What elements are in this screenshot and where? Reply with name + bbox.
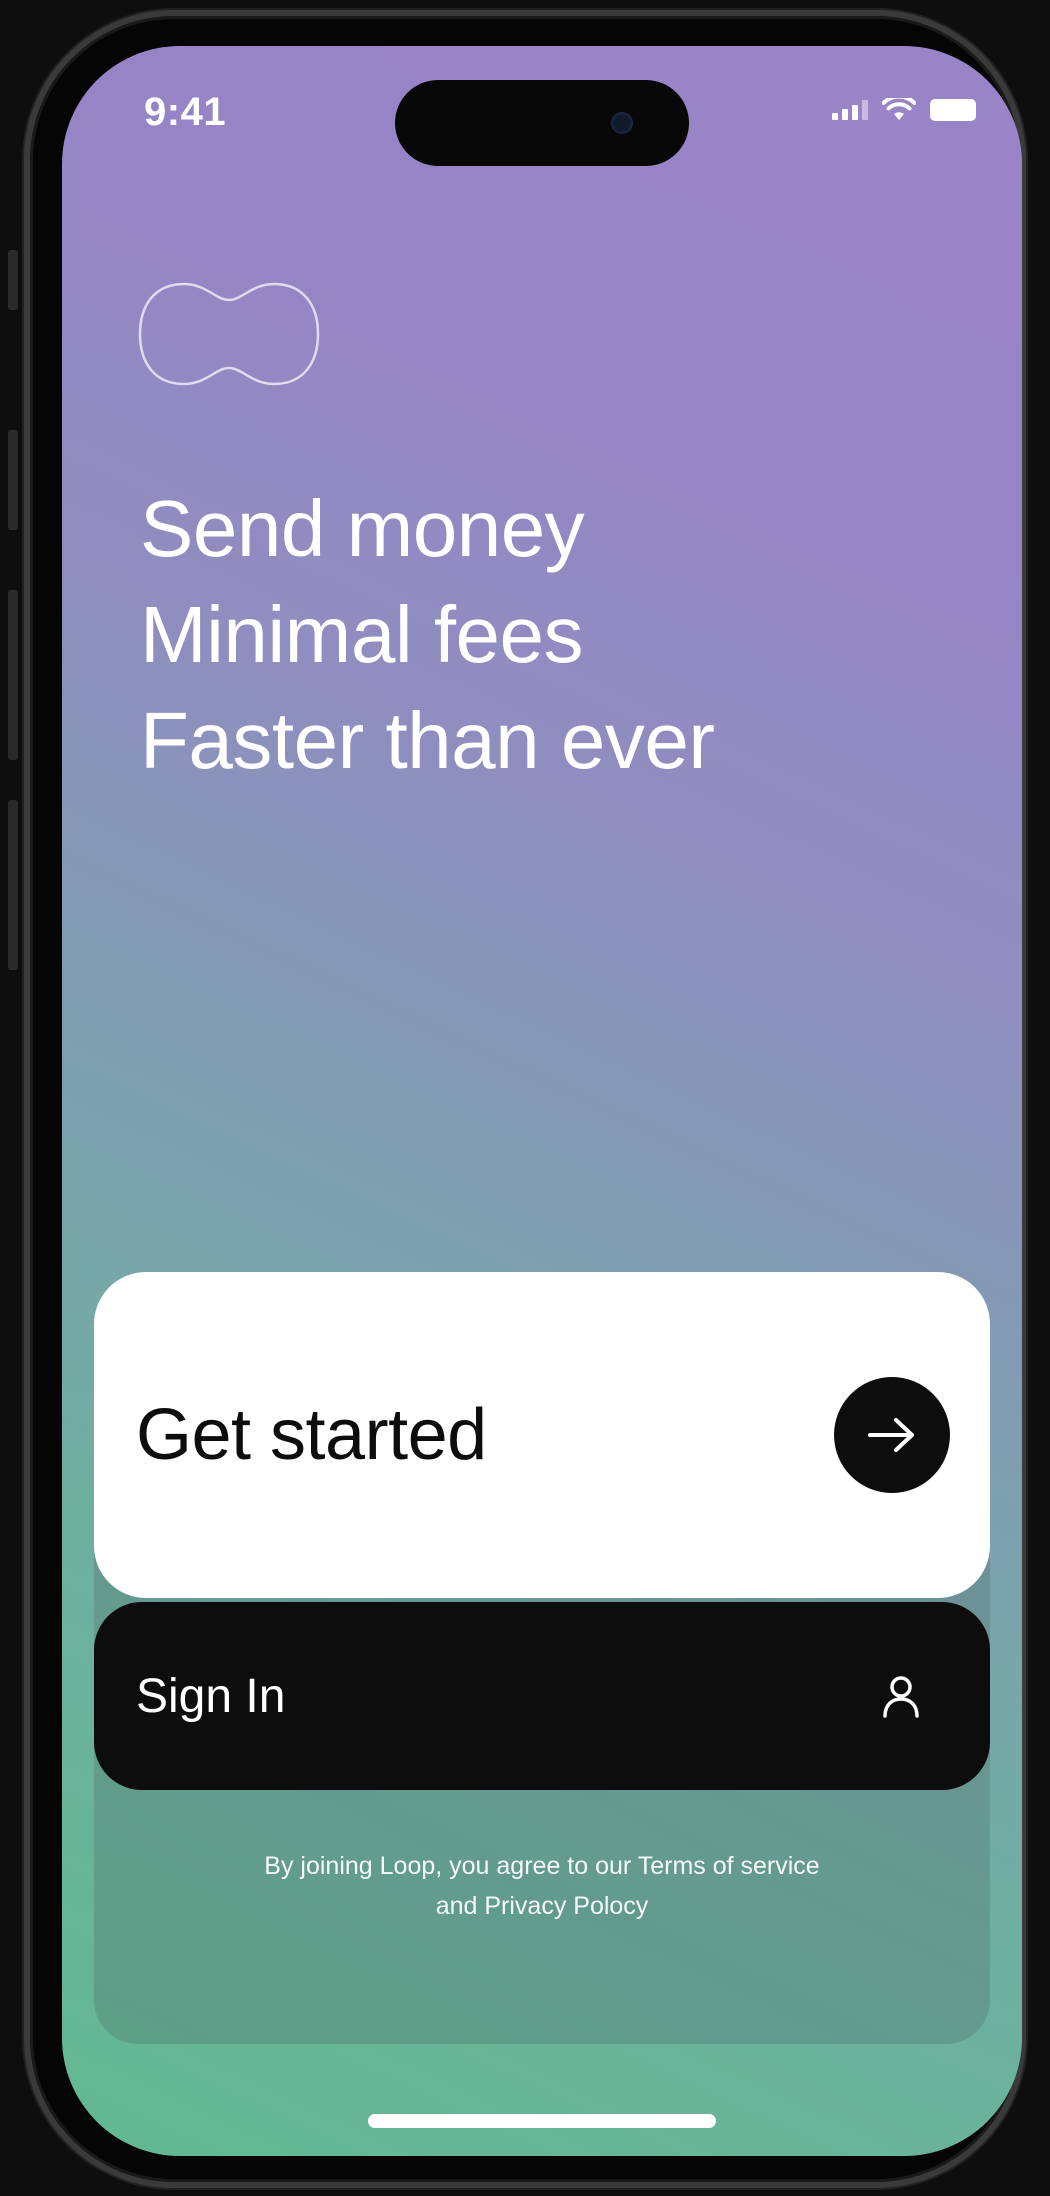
headline-line-1: Send money [140, 484, 585, 573]
volume-down-button [8, 590, 18, 760]
privacy-policy-link[interactable]: Privacy Polocy [484, 1892, 648, 1920]
status-icons [832, 98, 976, 122]
volume-up-button [8, 430, 18, 530]
arrow-right-icon [868, 1418, 914, 1452]
status-bar: 9:41 [62, 46, 1022, 186]
status-time: 9:41 [144, 90, 227, 134]
front-camera-icon [611, 112, 633, 134]
wifi-icon [882, 98, 916, 120]
headline-line-3: Faster than ever [140, 696, 715, 785]
cellular-signal-icon [832, 100, 868, 120]
loop-logo-icon [138, 282, 320, 386]
battery-icon [930, 99, 976, 121]
legal-prefix: By joining Loop, you agree to our [264, 1852, 638, 1880]
headline-line-2: Minimal fees [140, 590, 584, 679]
legal-middle: and [435, 1892, 485, 1920]
screen: 9:41 Send money Minimal fees Faster than… [62, 46, 1022, 2156]
user-icon [883, 1676, 919, 1718]
headline: Send money Minimal fees Faster than ever [140, 476, 715, 794]
sign-in-label: Sign In [136, 1669, 286, 1723]
get-started-arrow-button[interactable] [834, 1377, 950, 1493]
legal-notice: By joining Loop, you agree to our Terms … [94, 1846, 990, 1926]
terms-of-service-link[interactable]: Terms of service [638, 1852, 820, 1880]
sign-in-button[interactable]: Sign In [94, 1602, 990, 1790]
get-started-button[interactable]: Get started [94, 1272, 990, 1598]
get-started-label: Get started [136, 1395, 487, 1475]
home-indicator[interactable] [368, 2114, 716, 2128]
action-button [8, 250, 18, 310]
dynamic-island [395, 80, 689, 166]
volume-extra-button [8, 800, 18, 970]
